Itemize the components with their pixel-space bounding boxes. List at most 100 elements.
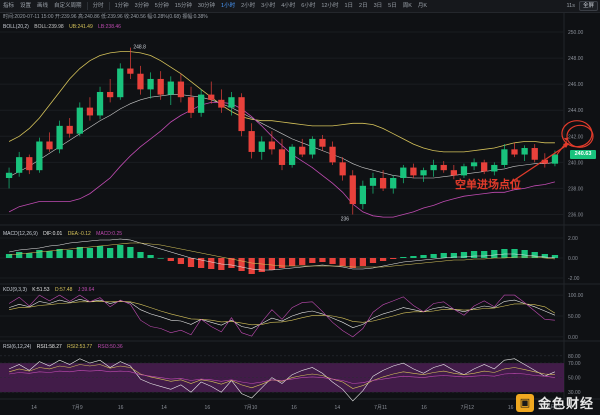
low-price-label: 236 [341,216,350,222]
price-axis-label-4: 242.00 [568,134,584,140]
macd-hist-bar [76,247,83,258]
toolbar-item-21[interactable]: 月K [415,0,430,12]
candle-body [551,154,559,164]
rsi-axis-label-2: 50.00 [568,376,581,382]
toolbar-item-9[interactable]: 30分钟 [195,0,218,12]
price-axis-label-3: 244.00 [568,108,584,114]
price-axis-label-1: 248.00 [568,56,584,62]
candle-body [66,125,73,134]
candle-body [450,170,457,176]
macd-hist-bar [319,258,326,262]
candle-body [147,78,154,90]
toolbar-item-12[interactable]: 3小时 [258,0,278,12]
macd-hist-bar [187,258,195,267]
toolbar-item-7[interactable]: 5分钟 [152,0,172,12]
candle-body [521,148,528,155]
kdj-k-line [9,298,556,329]
toolbar-item-15[interactable]: 12小时 [318,0,341,12]
toolbar-item-18[interactable]: 3日 [371,0,386,12]
kdj-label[interactable]: KDJ(9,3,3) [3,287,27,293]
candle-body [379,177,387,189]
chart-toolbar: 指标 设置 画线 自定义周期 分时 1分钟 3分钟 5分钟 15分钟 30分钟 1小时 2小时 3小时 4… [0,0,600,13]
toolbar-item-0[interactable]: 指标 [0,0,17,12]
toolbar-item-2[interactable]: 画线 [34,0,51,12]
candle-body [26,157,33,171]
toolbar-item-14[interactable]: 6小时 [298,0,318,12]
toolbar-item-4[interactable]: 分时 [90,0,107,12]
time-axis-label-3: 14 [161,405,167,411]
time-axis-label-8: 7月11 [374,405,387,411]
toolbar-item-19[interactable]: 5日 [385,0,400,12]
rsi1-value: RSI1:58.27 [36,344,62,350]
boll-upper-value: UB:241.49 [69,24,93,30]
candle-body [511,149,518,155]
macd-hist-bar [86,248,94,258]
candle-body [238,97,245,132]
macd-hist-bar [309,258,316,263]
toolbar-item-3[interactable]: 自定义周期 [51,0,85,12]
candle-body [410,167,417,176]
candle-body [278,149,286,165]
toolbar-item-6[interactable]: 3分钟 [132,0,152,12]
rsi-label[interactable]: RSI(6,12,24) [3,344,31,350]
price-axis-label-2: 246.00 [568,82,584,88]
macd-dif-value: DIF:0.01 [43,231,63,237]
macd-hist-bar [248,258,255,274]
macd-hist-bar [157,258,164,259]
ohlc-text: 时间:2020-07-11 15:00 开:239.96 高:240.86 低:… [3,14,208,20]
toolbar-item-11[interactable]: 2小时 [238,0,258,12]
macd-hist-bar [329,258,336,264]
candle-body [460,166,468,176]
candle-body [349,175,356,205]
price-axis-label-7: 236.00 [568,212,584,218]
candle-body [339,162,346,176]
candle-body [127,68,134,74]
toolbar-item-20[interactable]: 周K [400,0,415,12]
last-price-badge: 240.63 [570,150,596,159]
candle-body [369,177,377,186]
rsi2-value: RSI2:53.77 [67,344,93,350]
toolbar-item-10[interactable]: 1小时 [218,0,238,12]
candle-body [56,125,63,150]
macd-hist-bar [107,248,114,258]
candle-body [167,81,174,95]
boll-label[interactable]: BOLL(20,2) [3,24,29,30]
price-axis-label-6: 238.00 [568,186,584,192]
candle-body [329,146,336,163]
time-axis-label-0: 14 [31,405,37,411]
kdj-k-value: K:51.53 [32,287,50,293]
kdj-d-value: D:57.48 [54,287,73,293]
boll-mid-value: BOLL:239.98 [34,24,64,30]
rsi3-value: RSI3:50.36 [97,344,123,350]
macd-hist-bar [117,245,124,258]
brand-logo-icon: ▣ [515,393,534,412]
time-axis-label-1: 7月9 [72,405,83,411]
macd-hist-bar [491,250,498,258]
fullscreen-button[interactable]: 全屏 [578,1,598,11]
candle-body [228,97,235,108]
time-axis-label-9: 16 [421,405,427,411]
candle-body [197,94,205,113]
boll-upper-line [8,51,555,153]
candle-body [319,138,326,147]
toolbar-item-17[interactable]: 2日 [356,0,371,12]
candle-body [430,164,437,171]
refresh-timer: 11s [566,3,575,9]
toolbar-item-8[interactable]: 15分钟 [172,0,195,12]
candle-body [501,149,508,165]
macd-hist-bar [66,250,73,258]
price-axis-label-0: 250.00 [568,30,584,36]
toolbar-item-5[interactable]: 1分钟 [112,0,132,12]
candle-body [531,148,538,160]
rsi-axis-label-0: 80.00 [568,354,581,360]
toolbar-item-13[interactable]: 4小时 [278,0,298,12]
macd-hist-bar [359,258,367,266]
macd-hist-bar [127,247,134,258]
macd-hist-bar [379,258,387,261]
toolbar-item-16[interactable]: 1日 [341,0,356,12]
chart-canvas[interactable]: 250.00 248.00 246.00 244.00 242.00 240.00 238.… [0,13,600,415]
macd-hist-bar [410,256,417,258]
toolbar-item-1[interactable]: 设置 [17,0,34,12]
macd-label[interactable]: MACD(12,26,9) [3,231,38,237]
macd-hist-bar [167,258,174,261]
